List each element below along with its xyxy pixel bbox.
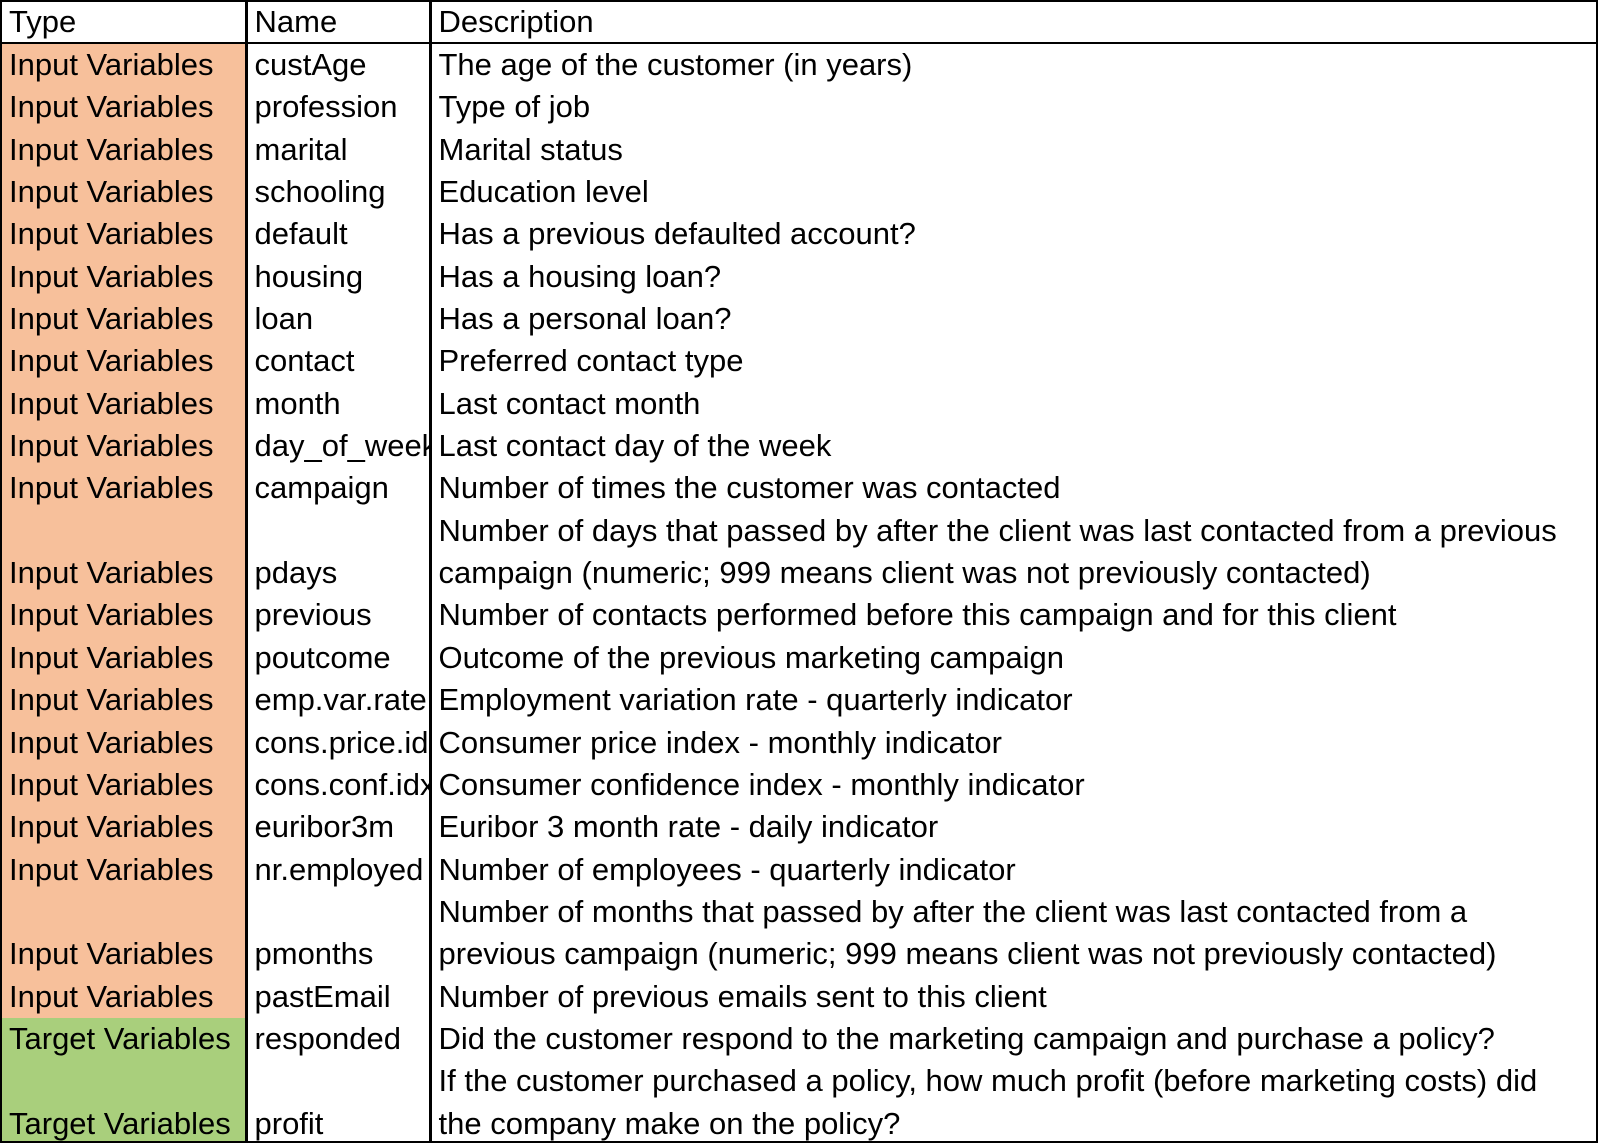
description-cell[interactable]: Number of previous emails sent to this c… (430, 976, 1596, 1018)
name-cell[interactable]: marital (246, 128, 432, 172)
table-row: Input Variables cons.conf.idx Consumer con… (2, 763, 1596, 807)
name-cell[interactable]: cons.conf.idx (246, 763, 432, 807)
description-cell[interactable]: Last contact day of the week (430, 425, 1596, 467)
type-cell[interactable]: Input Variables (2, 467, 248, 510)
description-cell[interactable]: Education level (430, 171, 1596, 213)
spreadsheet: Type Name Description Input Variables cus… (0, 0, 1598, 1143)
type-cell[interactable]: Input Variables (2, 763, 248, 807)
type-cell[interactable]: Input Variables (2, 806, 248, 849)
description-cell[interactable]: Number of contacts performed before this… (430, 594, 1596, 636)
table-row: Input Variables euribor3m Euribor 3 month … (2, 806, 1596, 849)
header-name[interactable]: Name (246, 2, 432, 44)
name-cell[interactable]: cons.price.idx (246, 721, 432, 764)
table-row: Input Variables schooling Education level (2, 171, 1596, 214)
variables-table: Type Name Description Input Variables cus… (2, 2, 1596, 1141)
table-row: Input Variables previous Number of contact… (2, 594, 1596, 637)
description-cell[interactable]: Type of job (430, 86, 1596, 128)
name-cell[interactable]: profession (246, 86, 432, 129)
description-cell[interactable]: Outcome of the previous marketing campai… (430, 637, 1596, 679)
type-cell[interactable]: Input Variables (2, 848, 248, 891)
description-cell[interactable]: Did the customer respond to the marketin… (430, 1018, 1596, 1060)
type-cell[interactable]: Input Variables (2, 636, 248, 680)
type-cell[interactable]: Input Variables (2, 509, 248, 595)
description-cell[interactable]: Employment variation rate - quarterly in… (430, 679, 1596, 721)
table-row: Target Variables profit If the customer pu… (2, 1060, 1596, 1141)
name-cell[interactable]: emp.var.rate (246, 679, 432, 722)
table-row: Target Variables responded Did the custome… (2, 1017, 1596, 1061)
table-row: Input Variables housing Has a housing loan… (2, 255, 1596, 299)
description-cell[interactable]: Consumer price index - monthly indicator (430, 722, 1596, 764)
type-cell[interactable]: Input Variables (2, 128, 248, 172)
type-cell[interactable]: Input Variables (2, 171, 248, 214)
name-cell[interactable]: month (246, 382, 432, 426)
table-row: Input Variables day_of_week Last contact d… (2, 425, 1596, 468)
description-cell[interactable]: Has a housing loan? (430, 256, 1596, 298)
description-cell[interactable]: Number of days that passed by after the … (430, 510, 1596, 595)
name-cell[interactable]: pastEmail (246, 975, 432, 1018)
type-cell[interactable]: Input Variables (2, 975, 248, 1018)
table-row: Input Variables poutcome Outcome of the pr… (2, 636, 1596, 680)
description-cell[interactable]: If the customer purchased a policy, how … (430, 1060, 1596, 1141)
name-cell[interactable]: custAge (246, 43, 432, 87)
table-row: Input Variables nr.employed Number of empl… (2, 848, 1596, 891)
description-cell[interactable]: Preferred contact type (430, 340, 1596, 382)
table-row: Input Variables campaign Number of times t… (2, 467, 1596, 510)
type-cell[interactable]: Input Variables (2, 594, 248, 637)
description-cell[interactable]: Consumer confidence index - monthly indi… (430, 764, 1596, 806)
type-cell[interactable]: Input Variables (2, 213, 248, 256)
table-row: Input Variables pdays Number of days that … (2, 509, 1596, 595)
table-body: Input Variables custAge The age of the cus… (2, 43, 1596, 1141)
type-cell[interactable]: Input Variables (2, 255, 248, 299)
name-cell[interactable]: pdays (246, 509, 432, 595)
name-cell[interactable]: euribor3m (246, 806, 432, 849)
table-row: Input Variables pastEmail Number of previo… (2, 975, 1596, 1018)
name-cell[interactable]: profit (246, 1060, 432, 1141)
description-cell[interactable]: Has a personal loan? (430, 298, 1596, 340)
name-cell[interactable]: housing (246, 255, 432, 299)
type-cell[interactable]: Input Variables (2, 721, 248, 764)
name-cell[interactable]: campaign (246, 467, 432, 510)
table-row: Input Variables emp.var.rate Employment va… (2, 679, 1596, 722)
table-row: Input Variables month Last contact month (2, 382, 1596, 426)
type-cell[interactable]: Target Variables (2, 1017, 248, 1061)
description-cell[interactable]: Number of months that passed by after th… (430, 891, 1596, 976)
name-cell[interactable]: pmonths (246, 890, 432, 976)
header-type[interactable]: Type (2, 2, 248, 44)
description-cell[interactable]: Euribor 3 month rate - daily indicator (430, 806, 1596, 848)
type-cell[interactable]: Input Variables (2, 382, 248, 426)
table-row: Input Variables pmonths Number of months t… (2, 890, 1596, 976)
table-row: Input Variables cons.price.idx Consumer pr… (2, 721, 1596, 764)
name-cell[interactable]: schooling (246, 171, 432, 214)
type-cell[interactable]: Input Variables (2, 86, 248, 129)
table-row: Input Variables contact Preferred contact … (2, 340, 1596, 383)
description-cell[interactable]: Has a previous defaulted account? (430, 213, 1596, 255)
type-cell[interactable]: Target Variables (2, 1060, 248, 1141)
description-cell[interactable]: Number of times the customer was contact… (430, 467, 1596, 509)
name-cell[interactable]: loan (246, 298, 432, 341)
table-row: Input Variables marital Marital status (2, 128, 1596, 172)
description-cell[interactable]: Last contact month (430, 383, 1596, 425)
type-cell[interactable]: Input Variables (2, 890, 248, 976)
header-row: Type Name Description (2, 2, 1596, 44)
table-row: Input Variables loan Has a personal loan? (2, 298, 1596, 341)
type-cell[interactable]: Input Variables (2, 679, 248, 722)
name-cell[interactable]: previous (246, 594, 432, 637)
name-cell[interactable]: nr.employed (246, 848, 432, 891)
header-description[interactable]: Description (430, 2, 1596, 44)
description-cell[interactable]: The age of the customer (in years) (430, 43, 1596, 86)
table-row: Input Variables profession Type of job (2, 86, 1596, 129)
type-cell[interactable]: Input Variables (2, 425, 248, 468)
table-row: Input Variables default Has a previous def… (2, 213, 1596, 256)
name-cell[interactable]: poutcome (246, 636, 432, 680)
name-cell[interactable]: responded (246, 1017, 432, 1061)
name-cell[interactable]: day_of_week (246, 425, 432, 468)
type-cell[interactable]: Input Variables (2, 298, 248, 341)
description-cell[interactable]: Marital status (430, 129, 1596, 171)
type-cell[interactable]: Input Variables (2, 340, 248, 383)
table-row: Input Variables custAge The age of the cus… (2, 43, 1596, 87)
name-cell[interactable]: contact (246, 340, 432, 383)
type-cell[interactable]: Input Variables (2, 43, 248, 87)
name-cell[interactable]: default (246, 213, 432, 256)
description-cell[interactable]: Number of employees - quarterly indicato… (430, 849, 1596, 891)
